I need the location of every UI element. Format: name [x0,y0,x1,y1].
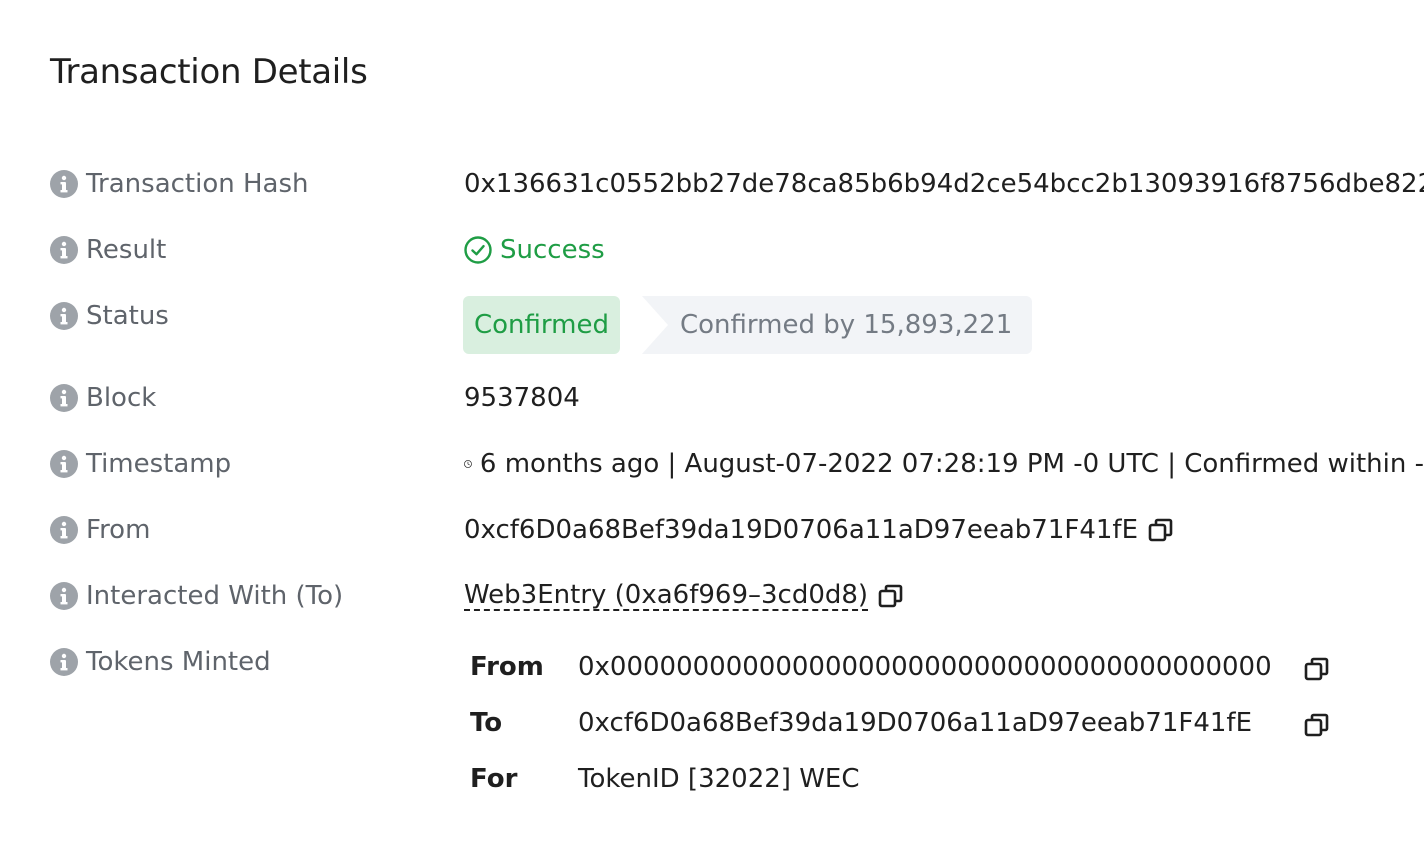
block-label-row: Block [50,382,156,414]
copy-icon[interactable] [1148,517,1174,543]
block-value[interactable]: 9537804 [464,383,580,413]
info-icon[interactable] [50,236,78,264]
check-circle-icon [464,236,492,264]
tx-hash-label: Transaction Hash [86,169,309,199]
from-address[interactable]: 0xcf6D0a68Bef39da19D0706a11aD97eeab71F41… [464,515,1138,545]
tx-hash-label-row: Transaction Hash [50,168,309,200]
interacted-with-label-row: Interacted With (To) [50,580,343,612]
copy-icon[interactable] [1304,656,1330,682]
timestamp-value-row: 6 months ago | August-07-2022 07:28:19 P… [464,448,1424,480]
info-icon[interactable] [50,170,78,198]
token-from-row: From 0x000000000000000000000000000000000… [470,648,1350,704]
from-label-row: From [50,514,150,546]
result-value-row: Success [464,234,605,266]
timestamp-label-row: Timestamp [50,448,231,480]
clock-icon [464,460,472,468]
tokens-minted-label-row: Tokens Minted [50,646,271,678]
token-from-key: From [470,652,544,682]
token-to-key: To [470,708,503,738]
token-for-row: For TokenID [32022] WEC [470,760,1350,816]
result-label-row: Result [50,234,166,266]
token-from-address[interactable]: 0x00000000000000000000000000000000000000… [578,652,1272,682]
tokens-minted-table: From 0x000000000000000000000000000000000… [470,648,1350,816]
info-icon[interactable] [50,384,78,412]
info-icon[interactable] [50,516,78,544]
confirmations-badge: Confirmed by 15,893,221 [641,296,1033,354]
timestamp-label: Timestamp [86,449,232,479]
interacted-with-label: Interacted With (To) [86,581,344,611]
status-label-row: Status [50,300,169,332]
timestamp-value: 6 months ago | August-07-2022 07:28:19 P… [479,449,1424,479]
token-for-key: For [470,764,518,794]
info-icon[interactable] [50,648,78,676]
block-label: Block [86,383,157,413]
token-to-address[interactable]: 0xcf6D0a68Bef39da19D0706a11aD97eeab71F41… [578,708,1252,738]
copy-icon[interactable] [1304,712,1330,738]
token-id-value: TokenID [32022] WEC [578,764,860,794]
copy-icon[interactable] [878,583,904,609]
status-badge: Confirmed [463,296,620,354]
token-to-row: To 0xcf6D0a68Bef39da19D0706a11aD97eeab71… [470,704,1350,760]
info-icon[interactable] [50,302,78,330]
info-icon[interactable] [50,450,78,478]
page-title: Transaction Details [50,52,368,92]
confirmations-text: Confirmed by 15,893,221 [679,310,1013,340]
contract-link[interactable]: Web3Entry (0xa6f969–3cd0d8) [464,581,869,611]
tokens-minted-label: Tokens Minted [86,647,271,677]
status-badges: Confirmed Confirmed by 15,893,221 [463,296,1033,354]
tx-hash-value-row: 0x136631c0552bb27de78ca85b6b94d2ce54bcc2… [464,168,1424,200]
block-value-row: 9537804 [464,382,580,414]
status-label: Status [86,301,169,331]
interacted-with-value-row: Web3Entry (0xa6f969–3cd0d8) [464,580,904,612]
result-value: Success [500,235,605,265]
info-icon[interactable] [50,582,78,610]
tx-hash-value[interactable]: 0x136631c0552bb27de78ca85b6b94d2ce54bcc2… [464,169,1424,199]
from-value-row: 0xcf6D0a68Bef39da19D0706a11aD97eeab71F41… [464,514,1174,546]
result-label: Result [86,235,167,265]
from-label: From [86,515,151,545]
